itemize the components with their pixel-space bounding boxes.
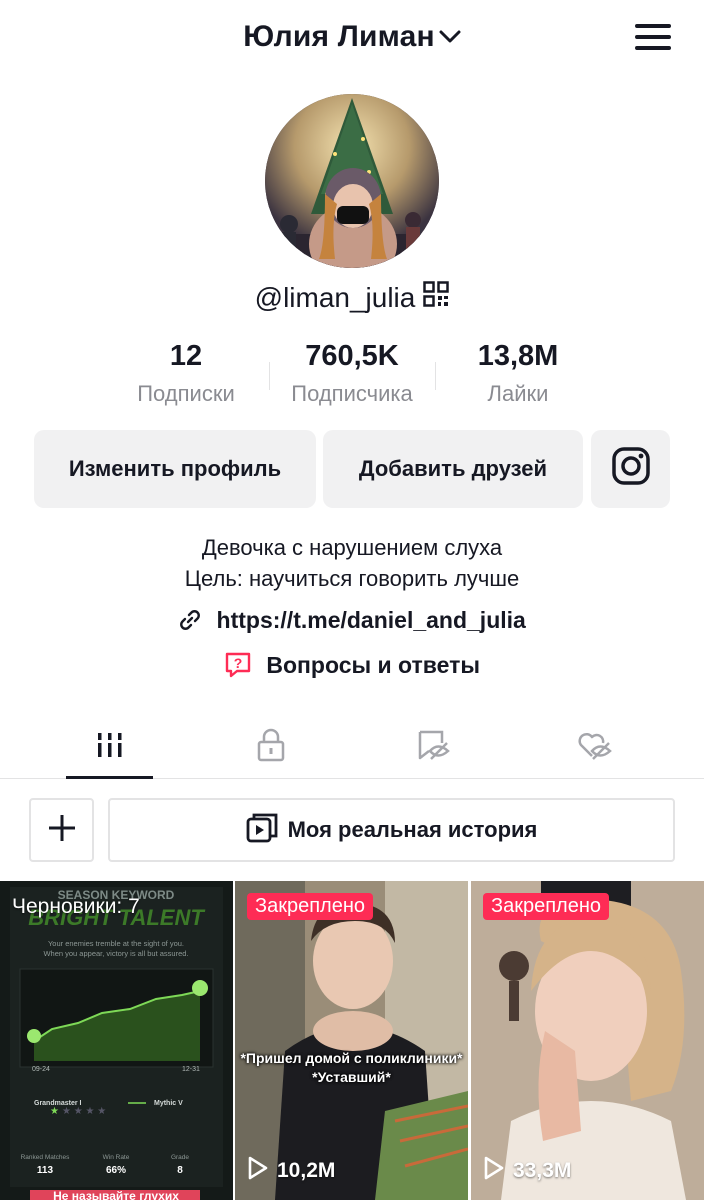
video-caption: *Пришел домой с поликлиники* *Уставший* [235,1049,468,1087]
avatar[interactable] [265,94,439,268]
video-grid: SEASON KEYWORD BRIGHT TALENT Your enemie… [0,881,704,1200]
video-thumbnail[interactable]: Закреплено *Пришел домой с поликлиники* … [235,881,468,1200]
thumb-stat-value: 113 [37,1165,54,1176]
user-handle: @liman_julia [254,282,416,313]
thumb-subtitle: Your enemies tremble at the sight of you… [48,939,184,948]
view-count-value: 33,3M [513,1159,572,1182]
thumb-subtitle: When you appear, victory is all but assu… [43,949,188,958]
thumb-stat-label: Ranked Matches [21,1154,71,1161]
question-icon: ? [224,652,266,678]
handle-row: @liman_julia [0,281,704,314]
add-friends-button[interactable]: Добавить друзей [323,430,583,508]
grid-videos-icon [95,730,125,765]
pinned-badge: Закреплено [247,893,373,920]
playlist-button[interactable]: Моя реальная история [108,798,675,862]
svg-text:?: ? [234,655,243,671]
thumb-stat-label: Win Rate [103,1154,130,1161]
bio-link[interactable]: https://t.me/daniel_and_julia [0,607,704,634]
following-stat[interactable]: 12 Подписки [106,340,266,407]
edit-profile-button[interactable]: Изменить профиль [34,430,316,508]
thumb-bottom-text: Не называйте глухих [53,1189,179,1200]
video-caption-line: *Пришел домой с поликлиники* [240,1050,463,1066]
tab-liked[interactable] [551,715,639,779]
playlist-label: Моя реальная история [287,817,538,842]
bio-link-text[interactable]: https://t.me/daniel_and_julia [217,607,526,633]
tab-videos[interactable] [66,715,154,779]
drafts-thumbnail[interactable]: SEASON KEYWORD BRIGHT TALENT Your enemie… [0,881,233,1200]
thumb-stat-value: 66% [106,1165,126,1176]
qr-code-icon[interactable] [423,281,450,314]
video-caption-line: *Уставший* [312,1069,391,1085]
followers-label: Подписчика [291,381,413,406]
instagram-button[interactable] [591,430,670,508]
active-tab-indicator [66,776,153,779]
followers-count: 760,5K [305,340,399,372]
add-playlist-button[interactable] [29,798,94,862]
profile-stats: 12 Подписки 760,5K Подписчика 13,8M Лайк… [0,340,704,410]
video-thumbnail[interactable]: Закреплено 33,3M [471,881,704,1200]
qa-link-text[interactable]: Вопросы и ответы [266,652,480,678]
playlist-icon [246,811,288,849]
bio-line: Девочка с нарушением слуха [201,535,503,560]
hamburger-menu-icon[interactable] [635,24,671,54]
username-title[interactable]: Юлия Лиман [243,20,435,53]
qa-link[interactable]: ? Вопросы и ответы [0,652,704,679]
svg-text:★: ★ [50,1106,59,1117]
likes-stat[interactable]: 13,8M Лайки [438,340,598,407]
stat-divider [435,362,436,390]
following-label: Подписки [137,381,235,406]
profile-header: Юлия Лиман [0,0,704,82]
followers-stat[interactable]: 760,5K Подписчика [272,340,432,407]
tab-saved[interactable] [390,715,478,779]
hidden-liked-icon [576,729,614,766]
thumb-date-start: 09-24 [32,1066,50,1073]
play-icon [483,1156,513,1186]
following-count: 12 [169,340,203,372]
likes-count: 13,8M [477,340,559,372]
bio-line: Цель: научиться говорить лучше [184,566,520,591]
view-count: 33,3M [483,1156,571,1186]
bio: Девочка с нарушением слуха Цель: научить… [0,532,704,594]
thumb-rank-to: Mythic V [154,1100,183,1107]
stat-divider [269,362,270,390]
profile-tabs [0,715,704,779]
tab-private[interactable] [227,715,315,779]
view-count: 10,2M [247,1156,335,1186]
view-count-value: 10,2M [277,1159,336,1182]
play-icon [247,1156,277,1186]
thumb-stat-label: Grade [171,1154,189,1161]
thumb-stat-value: 8 [177,1165,183,1176]
chevron-down-icon[interactable] [439,18,461,52]
thumb-date-end: 12-31 [182,1066,200,1073]
username-switcher[interactable]: Юлия Лиман [0,20,704,54]
instagram-icon [611,446,651,492]
link-icon [178,607,216,633]
drafts-count-label: Черновики: 7 [12,895,140,918]
pinned-badge: Закреплено [483,893,609,920]
svg-text:★ ★ ★ ★: ★ ★ ★ ★ [62,1106,106,1117]
hidden-saved-icon [416,729,452,766]
lock-icon [255,728,287,767]
plus-icon [47,813,77,848]
likes-label: Лайки [487,381,549,406]
